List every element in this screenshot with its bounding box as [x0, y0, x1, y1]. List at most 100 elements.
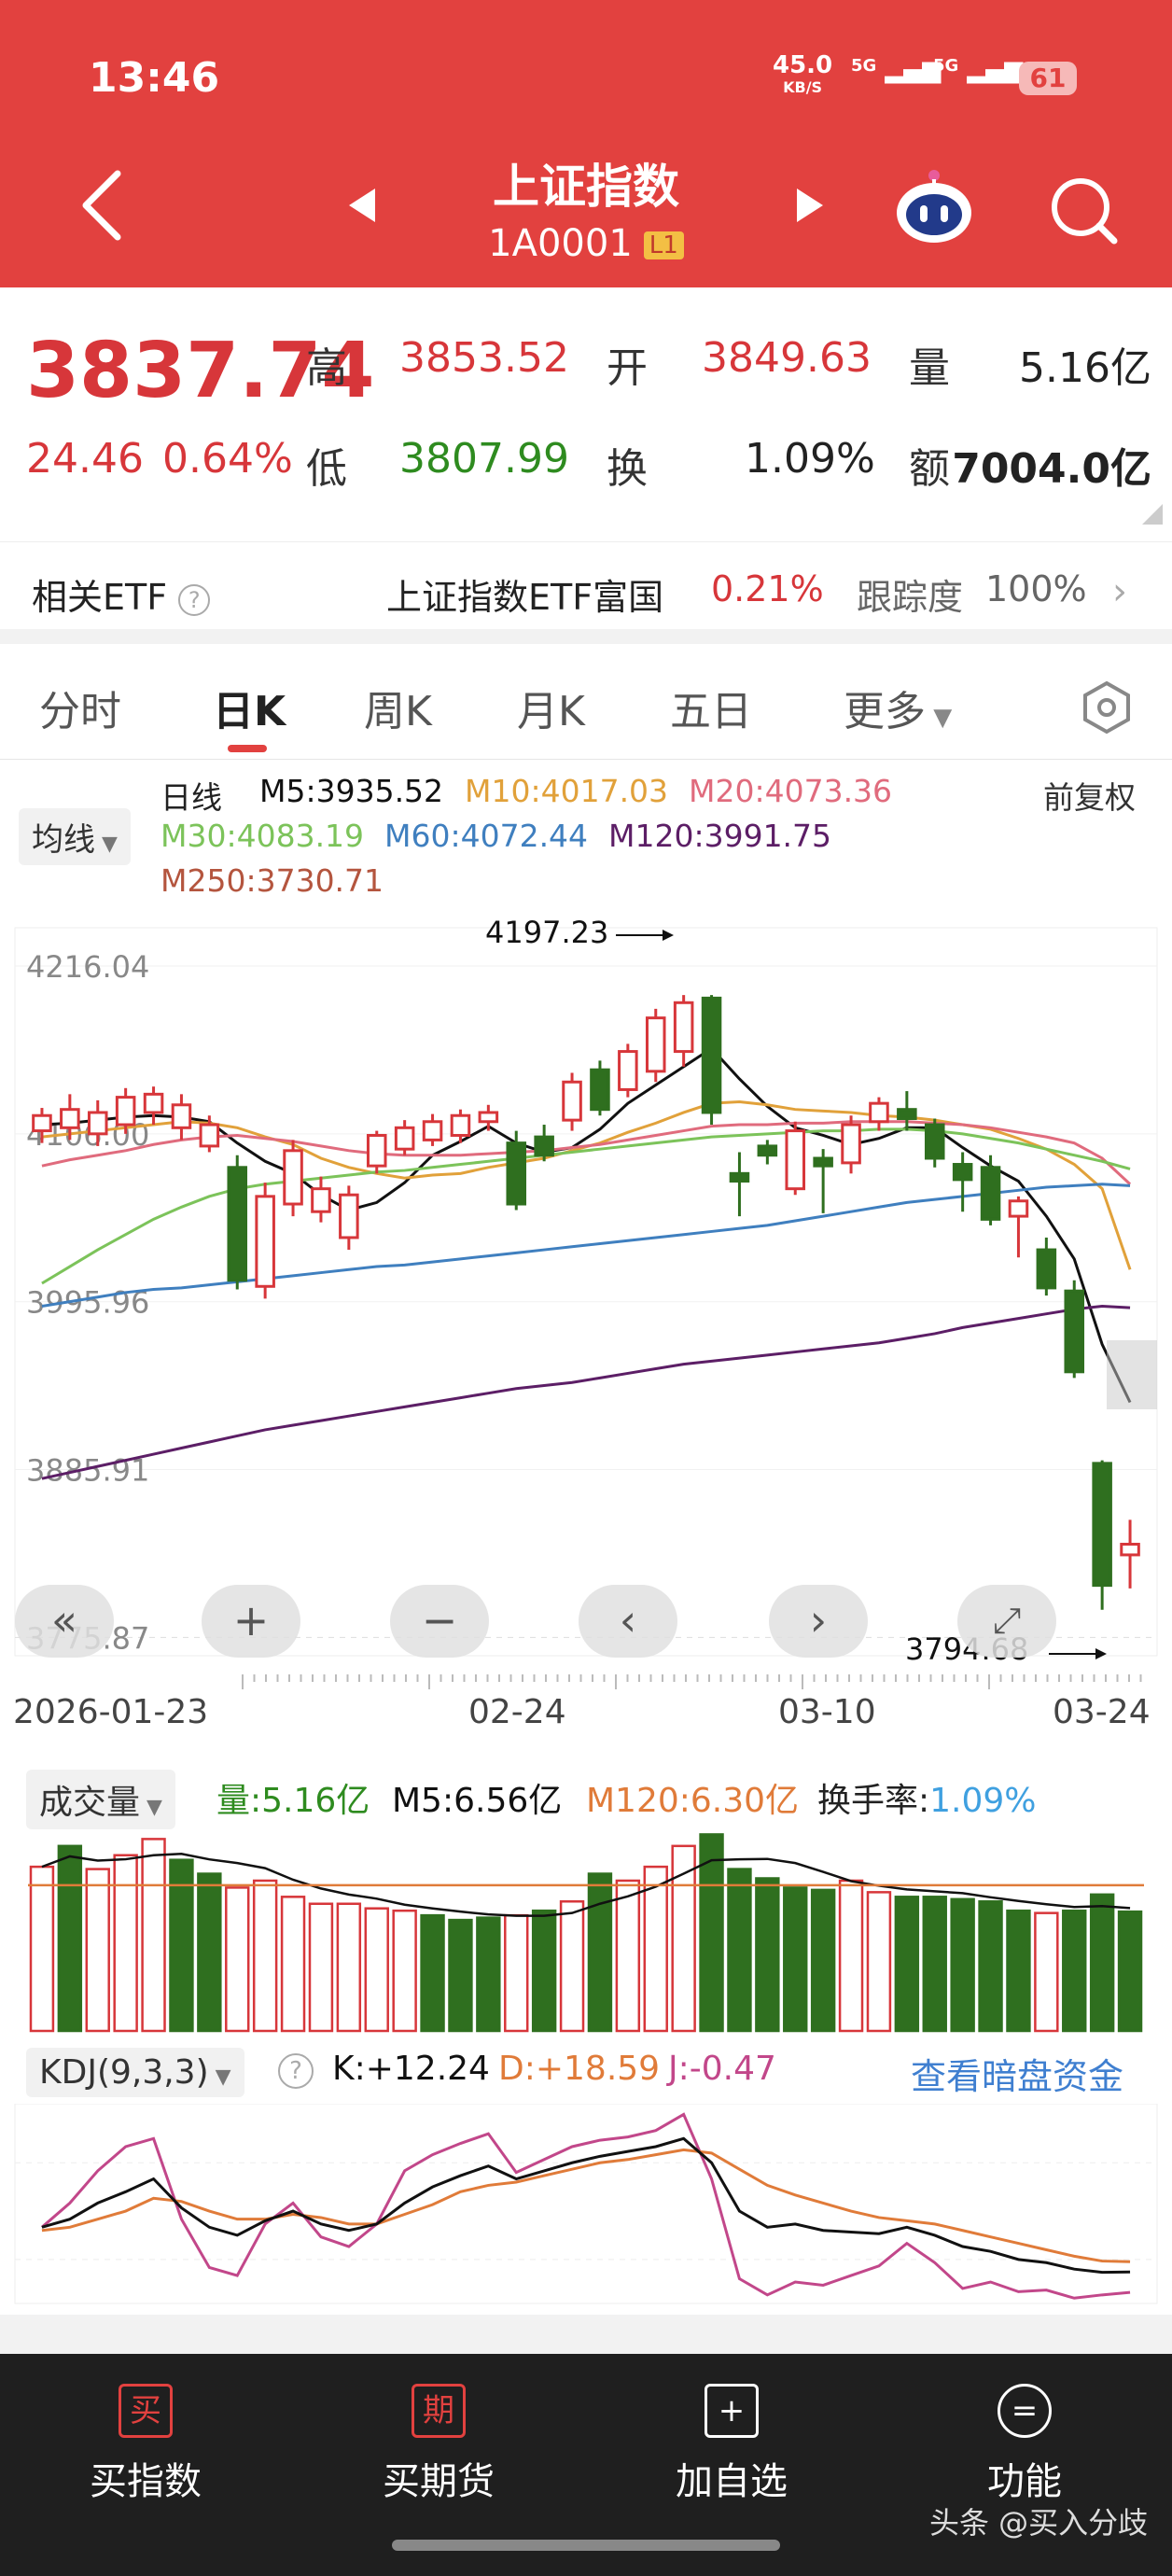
volume-bar: [364, 1907, 389, 2033]
scroll-left-button[interactable]: ‹: [579, 1585, 677, 1658]
high-marker-arrowhead: [663, 930, 674, 941]
volume-bar: [587, 1872, 613, 2033]
volume-bar: [755, 1877, 780, 2033]
candle-body: [1092, 1462, 1112, 1588]
candle: [1092, 1460, 1112, 1610]
candle-body: [87, 1111, 108, 1136]
level-badge: L1: [643, 231, 684, 259]
volume-bar: [392, 1909, 417, 2033]
candle-body: [1008, 1199, 1029, 1218]
volume-bar: [531, 1909, 557, 2033]
ma10-legend: M10:4017.03: [465, 773, 669, 809]
candle: [618, 1043, 638, 1098]
volume-bar: [615, 1879, 641, 2033]
volume-bar: [197, 1872, 222, 2033]
dropdown-caret-icon: ▼: [926, 704, 953, 732]
candle: [952, 1152, 973, 1212]
tab-intraday[interactable]: 分时: [39, 678, 121, 737]
candle: [366, 1130, 387, 1174]
zoom-out-button[interactable]: −: [390, 1585, 489, 1658]
adjust-mode[interactable]: 前复权: [1043, 773, 1136, 818]
buy-futures-button[interactable]: 期买期货: [345, 2384, 532, 2505]
ma60-legend: M60:4072.44: [384, 818, 589, 854]
volume-bar: [420, 1913, 445, 2033]
fast-rewind-button[interactable]: «: [15, 1585, 114, 1658]
ma-indicator-selector[interactable]: 均线 ▼: [19, 808, 131, 865]
robot-icon[interactable]: [892, 164, 976, 252]
related-etf-row[interactable]: 相关ETF ? 上证指数ETF富国 0.21% 跟踪度 100% ›: [0, 541, 1172, 644]
candle: [283, 1140, 303, 1217]
candle-body: [618, 1050, 638, 1091]
volume-bar: [57, 1844, 83, 2033]
volume-bar: [308, 1902, 334, 2033]
date-tick: 03-10: [778, 1693, 876, 1731]
plot-frame: [14, 927, 1158, 1657]
candle: [924, 1118, 945, 1168]
turnover-label: 换: [607, 445, 648, 493]
chevron-right-icon: ›: [1112, 570, 1127, 613]
y-axis-label: 3995.96: [26, 1285, 149, 1321]
volume-bar: [1089, 1893, 1115, 2033]
signal-5g-1: 5G ▂▄▆: [851, 56, 942, 84]
candle: [478, 1104, 499, 1131]
candle-body: [813, 1156, 833, 1168]
volume-bar: [950, 1897, 975, 2033]
volume-bar: [559, 1900, 585, 2033]
corner-expand-icon[interactable]: [1142, 504, 1163, 525]
candle: [980, 1155, 1001, 1225]
candle: [339, 1185, 359, 1251]
candle-body: [143, 1092, 164, 1114]
tab-monthly-k[interactable]: 月K: [517, 678, 585, 737]
tab-weekly-k[interactable]: 周K: [364, 678, 432, 737]
candle-body: [701, 996, 722, 1114]
tab-more[interactable]: 更多 ▼: [844, 678, 952, 737]
functions-button[interactable]: = 功能: [931, 2384, 1118, 2505]
kdj-k-line: [41, 2136, 1131, 2275]
volume-bar: [252, 1879, 278, 2033]
price-change-pct: 0.64%: [162, 435, 293, 483]
active-tab-indicator: [228, 745, 267, 752]
scroll-right-button[interactable]: ›: [769, 1585, 868, 1658]
kdj-help-icon[interactable]: ?: [278, 2053, 314, 2089]
date-tick: 02-24: [468, 1693, 566, 1731]
candle-body: [673, 1001, 694, 1054]
menu-circle-icon: =: [998, 2384, 1052, 2438]
volume-label: 量: [909, 344, 950, 392]
help-icon: ?: [178, 583, 211, 616]
amount-value: 7004.0亿: [952, 445, 1151, 493]
low-label: 低: [306, 445, 347, 493]
price-cursor-tag: [1107, 1340, 1157, 1409]
add-watchlist-button[interactable]: + 加自选: [638, 2384, 825, 2505]
ma-line-m5: [41, 1046, 1132, 1404]
network-speed: 45.0 KB/S: [773, 51, 833, 96]
fullscreen-button[interactable]: ⤢: [957, 1585, 1056, 1658]
volume-m5: M5:6.56亿: [392, 1782, 563, 1820]
candle: [897, 1091, 917, 1131]
candle-body: [645, 1016, 666, 1073]
dark-pool-link[interactable]: 查看暗盘资金: [911, 2048, 1123, 2099]
settings-hex-icon[interactable]: [1079, 679, 1135, 739]
kdj-indicator-selector[interactable]: KDJ(9,3,3) ▼: [26, 2048, 244, 2097]
candle: [645, 1008, 666, 1083]
candle-body: [255, 1195, 275, 1288]
candle-body: [897, 1108, 917, 1120]
candle: [255, 1183, 275, 1299]
candle: [1008, 1196, 1029, 1258]
tab-daily-k[interactable]: 日K: [213, 678, 286, 737]
tab-five-day[interactable]: 五日: [670, 678, 752, 737]
candle: [729, 1152, 750, 1217]
buy-index-button[interactable]: 买买指数: [52, 2384, 239, 2505]
ma-line-m30: [41, 1127, 1131, 1285]
volume-bar: [866, 1891, 892, 2033]
plus-square-icon: +: [705, 2384, 759, 2438]
search-icon[interactable]: [1047, 174, 1122, 252]
ma5-legend: M5:3935.52: [259, 773, 444, 809]
candle: [1064, 1280, 1085, 1379]
candle-body: [171, 1103, 192, 1129]
candle: [1036, 1237, 1057, 1296]
signal-5g-2: 5G ▂▄▆: [933, 56, 1024, 84]
high-marker-label: 4197.23: [485, 915, 608, 950]
candle: [394, 1120, 415, 1155]
volume-value: 5.16亿: [1019, 344, 1151, 392]
zoom-in-button[interactable]: +: [202, 1585, 300, 1658]
